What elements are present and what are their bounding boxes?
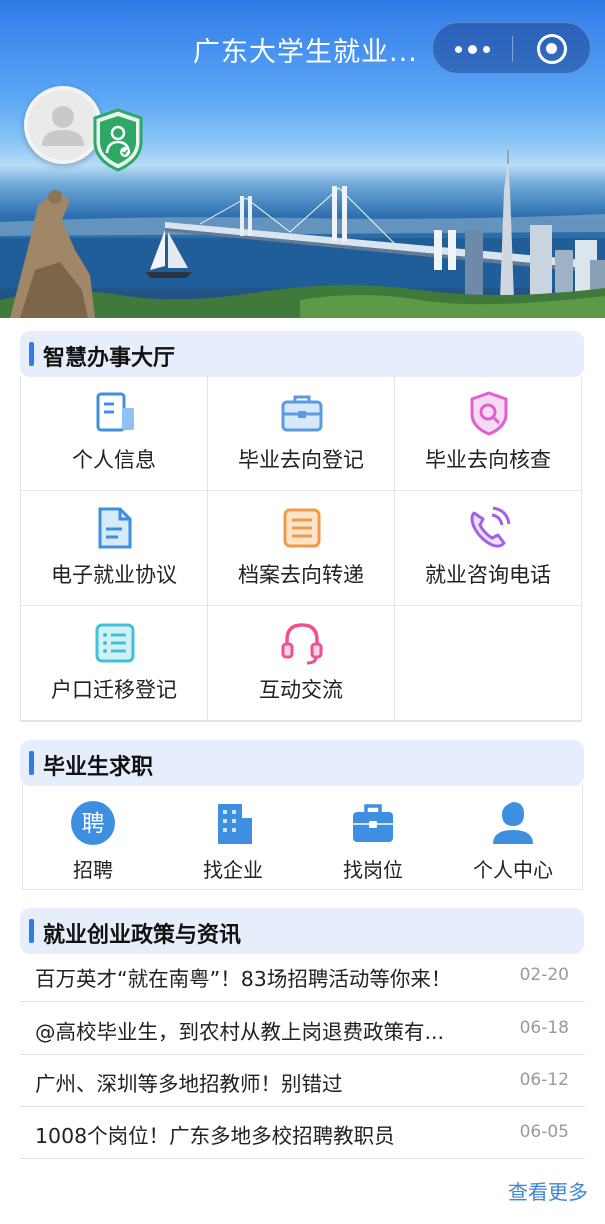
jobs-section-header: 毕业生求职 xyxy=(20,740,584,786)
document-icon xyxy=(98,507,132,549)
news-item[interactable]: @高校毕业生，到农村从教上岗退费政策有... 06-18 xyxy=(20,1003,585,1055)
recruit-icon: 聘 xyxy=(71,801,115,845)
recruit-glyph: 聘 xyxy=(82,811,105,837)
job-label: 找岗位 xyxy=(343,858,403,882)
dot-icon xyxy=(468,44,477,54)
mini-program-capsule xyxy=(432,22,591,74)
close-target-icon[interactable] xyxy=(537,34,567,64)
service-personal-info[interactable]: 个人信息 xyxy=(21,376,208,491)
news-title: 1008个岗位！广东多地多校招聘教职员 xyxy=(35,1124,395,1148)
service-archive-transfer[interactable]: 档案去向转递 xyxy=(208,491,395,606)
service-destination-register[interactable]: 毕业去向登记 xyxy=(208,376,395,491)
section-title: 毕业生求职 xyxy=(43,755,154,780)
profile-document-icon xyxy=(96,392,134,432)
jobs-row: 聘 招聘 找企业 找岗位 个人中心 xyxy=(22,784,583,890)
job-find-company[interactable]: 找企业 xyxy=(163,784,303,889)
service-consult-phone[interactable]: 就业咨询电话 xyxy=(395,491,582,606)
job-personal-center[interactable]: 个人中心 xyxy=(443,784,583,889)
service-e-agreement[interactable]: 电子就业协议 xyxy=(21,491,208,606)
header-banner: 广东大学生就业... xyxy=(0,0,605,318)
services-section-header: 智慧办事大厅 xyxy=(20,331,584,377)
job-recruit[interactable]: 聘 招聘 xyxy=(23,784,163,889)
news-item[interactable]: 广州、深圳等多地招教师！别错过 06-12 xyxy=(20,1055,585,1107)
avatar[interactable] xyxy=(24,86,102,164)
news-date: 06-18 xyxy=(519,1018,569,1038)
service-label: 户口迁移登记 xyxy=(51,678,177,702)
phone-icon xyxy=(470,506,511,548)
news-item[interactable]: 百万英才“就在南粤”！83场招聘活动等你来！ 02-20 xyxy=(20,950,585,1002)
view-more-link[interactable]: 查看更多 xyxy=(508,1176,588,1205)
service-label: 毕业去向核查 xyxy=(425,448,551,472)
verified-shield-icon[interactable] xyxy=(92,108,144,172)
building-icon xyxy=(218,804,252,844)
service-destination-verify[interactable]: 毕业去向核查 xyxy=(395,376,582,491)
service-label: 互动交流 xyxy=(259,678,343,702)
news-date: 06-05 xyxy=(519,1122,569,1142)
news-date: 06-12 xyxy=(519,1070,569,1090)
section-title: 智慧办事大厅 xyxy=(43,346,176,371)
job-label: 找企业 xyxy=(203,858,263,882)
job-label: 招聘 xyxy=(73,858,113,882)
search-shield-icon xyxy=(470,391,508,436)
dot-icon xyxy=(455,45,462,53)
dot-icon xyxy=(483,45,490,53)
empty-cell xyxy=(395,606,582,721)
briefcase-icon xyxy=(281,395,323,432)
user-icon xyxy=(493,802,533,844)
news-date: 02-20 xyxy=(519,965,569,985)
capsule-divider xyxy=(512,36,513,62)
news-item[interactable]: 1008个岗位！广东多地多校招聘教职员 06-05 xyxy=(20,1107,585,1159)
service-label: 档案去向转递 xyxy=(238,563,364,587)
briefcase-icon xyxy=(353,804,393,842)
service-label: 个人信息 xyxy=(72,448,156,472)
news-title: 百万英才“就在南粤”！83场招聘活动等你来！ xyxy=(35,967,452,991)
service-interaction[interactable]: 互动交流 xyxy=(208,606,395,721)
section-accent-bar xyxy=(29,919,34,943)
service-hukou-register[interactable]: 户口迁移登记 xyxy=(21,606,208,721)
archive-icon xyxy=(283,508,321,548)
section-title: 就业创业政策与资讯 xyxy=(43,923,242,948)
list-icon xyxy=(95,623,135,663)
headset-icon xyxy=(281,623,323,665)
section-accent-bar xyxy=(29,342,34,366)
service-label: 电子就业协议 xyxy=(51,563,177,587)
news-section-header: 就业创业政策与资讯 xyxy=(20,908,584,954)
services-grid: 个人信息 毕业去向登记 毕业去向核查 电子就业协议 档案去向转递 就业咨询电话 … xyxy=(20,376,582,722)
news-title: 广州、深圳等多地招教师！别错过 xyxy=(35,1072,343,1096)
section-accent-bar xyxy=(29,751,34,775)
default-user-icon xyxy=(42,106,84,146)
news-title: @高校毕业生，到农村从教上岗退费政策有... xyxy=(35,1020,445,1044)
job-find-position[interactable]: 找岗位 xyxy=(303,784,443,889)
more-options-button[interactable] xyxy=(433,23,512,75)
service-label: 就业咨询电话 xyxy=(425,563,551,587)
page-title: 广东大学生就业... xyxy=(193,37,418,68)
job-label: 个人中心 xyxy=(473,858,553,882)
service-label: 毕业去向登记 xyxy=(238,448,364,472)
